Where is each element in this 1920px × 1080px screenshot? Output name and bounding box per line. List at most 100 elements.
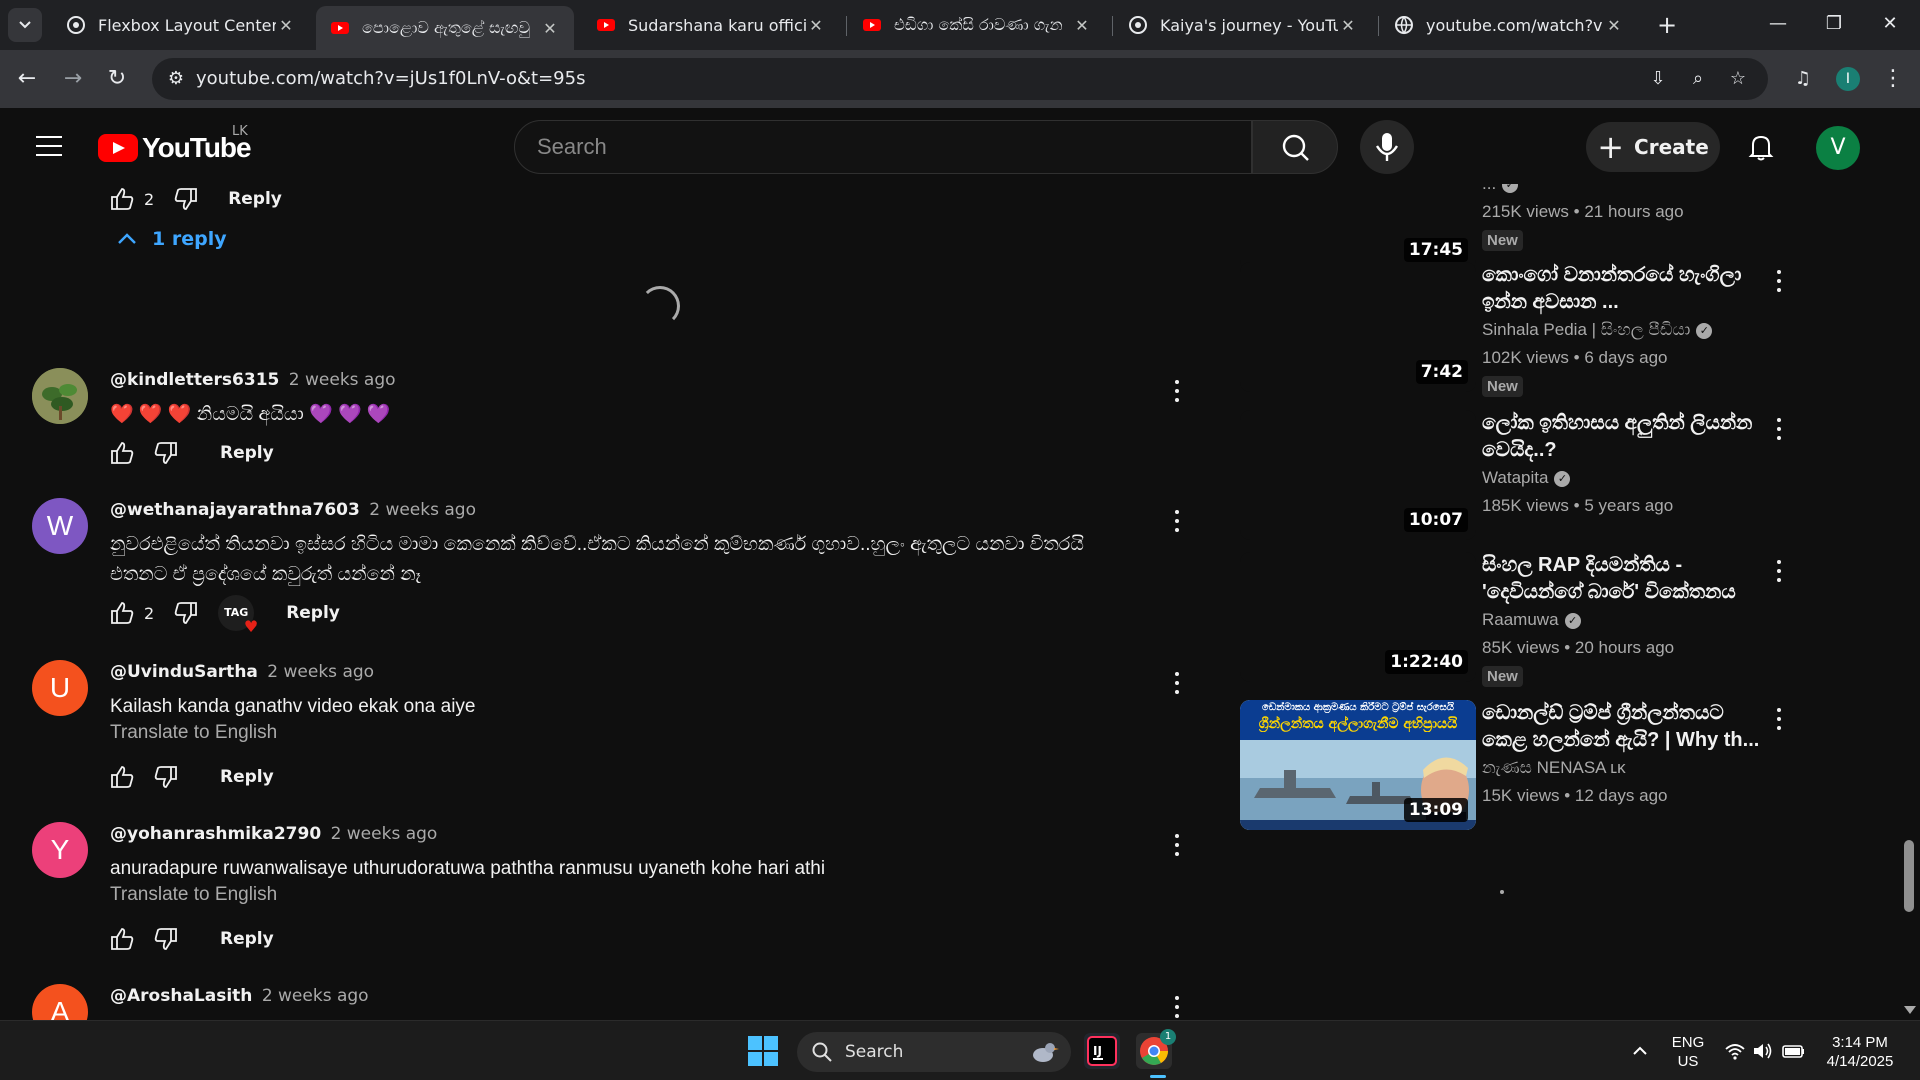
scroll-down-arrow[interactable] <box>1904 1006 1916 1014</box>
back-button[interactable]: ← <box>10 62 44 96</box>
windows-start-icon[interactable] <box>748 1036 778 1066</box>
taskbar-search[interactable]: Search <box>797 1032 1071 1072</box>
clock[interactable]: 3:14 PM 4/14/2025 <box>1810 1033 1910 1071</box>
chevron-up-icon[interactable] <box>1630 1041 1650 1061</box>
wifi-icon[interactable] <box>1724 1041 1746 1061</box>
reply-button[interactable]: Reply <box>228 189 282 209</box>
comment-menu-icon[interactable] <box>1172 834 1182 860</box>
install-app-icon[interactable]: ⇩ <box>1646 67 1670 91</box>
comment-time[interactable]: 2 weeks ago <box>262 986 369 1006</box>
thumbs-down-icon[interactable] <box>152 763 180 791</box>
reload-button[interactable]: ↻ <box>100 62 134 96</box>
video-menu-icon[interactable] <box>1774 418 1784 444</box>
page-scrollbar[interactable] <box>1898 108 1920 1020</box>
comment-menu-icon[interactable] <box>1172 510 1182 536</box>
browser-menu-icon[interactable]: ⋮ <box>1876 62 1910 96</box>
create-button[interactable]: + Create <box>1586 122 1720 172</box>
reply-button[interactable]: Reply <box>220 767 274 787</box>
thumbs-down-icon[interactable] <box>172 599 200 627</box>
thumbs-up-icon[interactable] <box>108 599 136 627</box>
video-title[interactable]: කොංගෝ වනාන්තරයේ හැංගිලා ඉන්න අවසාන ... <box>1482 262 1762 316</box>
close-icon[interactable]: ✕ <box>540 19 560 38</box>
browser-tab-active[interactable]: පොළොව ඇතුළේ සැඟවු ✕ <box>316 6 574 50</box>
video-title[interactable]: ලෝක ඉතිහාසය අලුතින් ලියන්න වෙයිද..? <box>1482 410 1762 464</box>
reply-button[interactable]: Reply <box>286 603 340 623</box>
address-bar[interactable]: ⚙ youtube.com/watch?v=jUs1f0LnV-o&t=95s … <box>152 58 1768 100</box>
commenter-avatar[interactable]: W <box>32 498 88 554</box>
search-button[interactable] <box>1252 120 1338 174</box>
comment-author[interactable]: @kindletters6315 <box>110 370 279 390</box>
browser-profile-avatar[interactable]: I <box>1836 67 1860 91</box>
reply-button[interactable]: Reply <box>220 443 274 463</box>
video-thumbnail[interactable]: 1:22:40 <box>1240 552 1476 682</box>
close-icon[interactable]: ✕ <box>1338 16 1358 35</box>
video-menu-icon[interactable] <box>1774 270 1784 296</box>
close-window-button[interactable]: ✕ <box>1862 0 1918 48</box>
close-icon[interactable]: ✕ <box>1072 16 1092 35</box>
thumbs-down-icon[interactable] <box>152 925 180 953</box>
comment-time[interactable]: 2 weeks ago <box>289 370 396 390</box>
commenter-avatar[interactable]: A <box>32 984 88 1020</box>
thumbs-down-icon[interactable] <box>172 185 200 213</box>
browser-tab[interactable]: youtube.com/watch?v=oc ✕ <box>1380 6 1638 44</box>
chrome-app-icon[interactable]: 1 <box>1136 1029 1176 1069</box>
thumbs-down-icon[interactable] <box>152 439 180 467</box>
video-thumbnail[interactable]: 7:42 <box>1240 262 1476 392</box>
close-icon[interactable]: ✕ <box>806 16 826 35</box>
video-menu-icon[interactable] <box>1774 560 1784 586</box>
media-controls-icon[interactable]: ♫ <box>1786 62 1820 96</box>
browser-tab[interactable]: Flexbox Layout Centering ✕ <box>52 6 310 44</box>
comment-menu-icon[interactable] <box>1172 380 1182 406</box>
youtube-logo[interactable]: YouTube <box>98 132 252 164</box>
browser-tab[interactable]: Sudarshana karu official - Y ✕ <box>582 6 840 44</box>
recommended-video[interactable]: ඩෙන්මාකය ආක්‍රමණය කිරීමට ට්‍රම්ප් සැරසෙය… <box>1230 700 1790 830</box>
commenter-avatar[interactable]: Y <box>32 822 88 878</box>
battery-icon[interactable] <box>1782 1041 1806 1061</box>
thumbs-up-icon[interactable] <box>108 925 136 953</box>
translate-link[interactable]: Translate to English <box>110 884 277 906</box>
recommended-video[interactable]: 10:07 ලෝක ඉතිහාසය අලුතින් ලියන්න වෙයිද..… <box>1230 410 1790 540</box>
comment-time[interactable]: 2 weeks ago <box>369 500 476 520</box>
comment-author[interactable]: @UvinduSartha <box>110 662 258 682</box>
comment-menu-icon[interactable] <box>1172 996 1182 1020</box>
translate-link[interactable]: Translate to English <box>110 722 277 744</box>
minimize-button[interactable]: — <box>1750 0 1806 48</box>
comment-time[interactable]: 2 weeks ago <box>267 662 374 682</box>
new-tab-button[interactable]: + <box>1652 10 1682 40</box>
commenter-avatar[interactable] <box>32 368 88 424</box>
browser-tab[interactable]: Kaiya's journey - YouTube ✕ <box>1114 6 1372 44</box>
comment-menu-icon[interactable] <box>1172 672 1182 698</box>
recommended-video[interactable]: 1:22:40 සිංහල RAP දියමන්තිය - 'දෙවියන්ගේ… <box>1230 552 1790 692</box>
comment-author[interactable]: @wethanajayarathna7603 <box>110 500 360 520</box>
video-menu-icon[interactable] <box>1774 708 1784 734</box>
video-thumbnail[interactable]: 10:07 <box>1240 410 1476 540</box>
restore-button[interactable]: ❐ <box>1806 0 1862 48</box>
close-icon[interactable]: ✕ <box>1604 16 1624 35</box>
video-title[interactable]: ඩොනල්ඩ් ට්‍රම්ප් ග්‍රීන්ලන්තයට කෙළ හලන්න… <box>1482 700 1762 754</box>
thumbs-up-icon[interactable] <box>108 763 136 791</box>
site-info-icon[interactable]: ⚙ <box>164 67 188 91</box>
jetbrains-app-icon[interactable]: IJ <box>1084 1033 1120 1069</box>
commenter-avatar[interactable]: U <box>32 660 88 716</box>
thumbs-up-icon[interactable] <box>108 185 136 213</box>
url-text[interactable]: youtube.com/watch?v=jUs1f0LnV-o&t=95s <box>196 68 585 89</box>
voice-search-button[interactable] <box>1360 120 1414 174</box>
comment-time[interactable]: 2 weeks ago <box>331 824 438 844</box>
comment-author[interactable]: @yohanrashmika2790 <box>110 824 321 844</box>
notifications-bell-icon[interactable] <box>1744 130 1778 164</box>
language-indicator[interactable]: ENG US <box>1668 1033 1708 1071</box>
scroll-thumb[interactable] <box>1904 840 1914 912</box>
video-thumbnail[interactable]: ඩෙන්මාකය ආක්‍රමණය කිරීමට ට්‍රම්ප් සැරසෙය… <box>1240 700 1476 830</box>
recommended-video[interactable]: 7:42 කොංගෝ වනාන්තරයේ හැංගිලා ඉන්න අවසාන … <box>1230 262 1790 402</box>
search-input[interactable] <box>537 134 1217 160</box>
volume-icon[interactable] <box>1752 1041 1774 1061</box>
menu-icon[interactable] <box>36 136 62 156</box>
tab-search-button[interactable] <box>8 8 42 42</box>
zoom-icon[interactable]: ⌕ <box>1686 67 1710 91</box>
comment-author[interactable]: @AroshaLasith <box>110 986 252 1006</box>
reply-button[interactable]: Reply <box>220 929 274 949</box>
forward-button[interactable]: → <box>56 62 90 96</box>
account-avatar[interactable]: V <box>1816 126 1860 170</box>
video-thumbnail[interactable]: 17:45 <box>1240 184 1476 270</box>
close-icon[interactable]: ✕ <box>276 16 296 35</box>
